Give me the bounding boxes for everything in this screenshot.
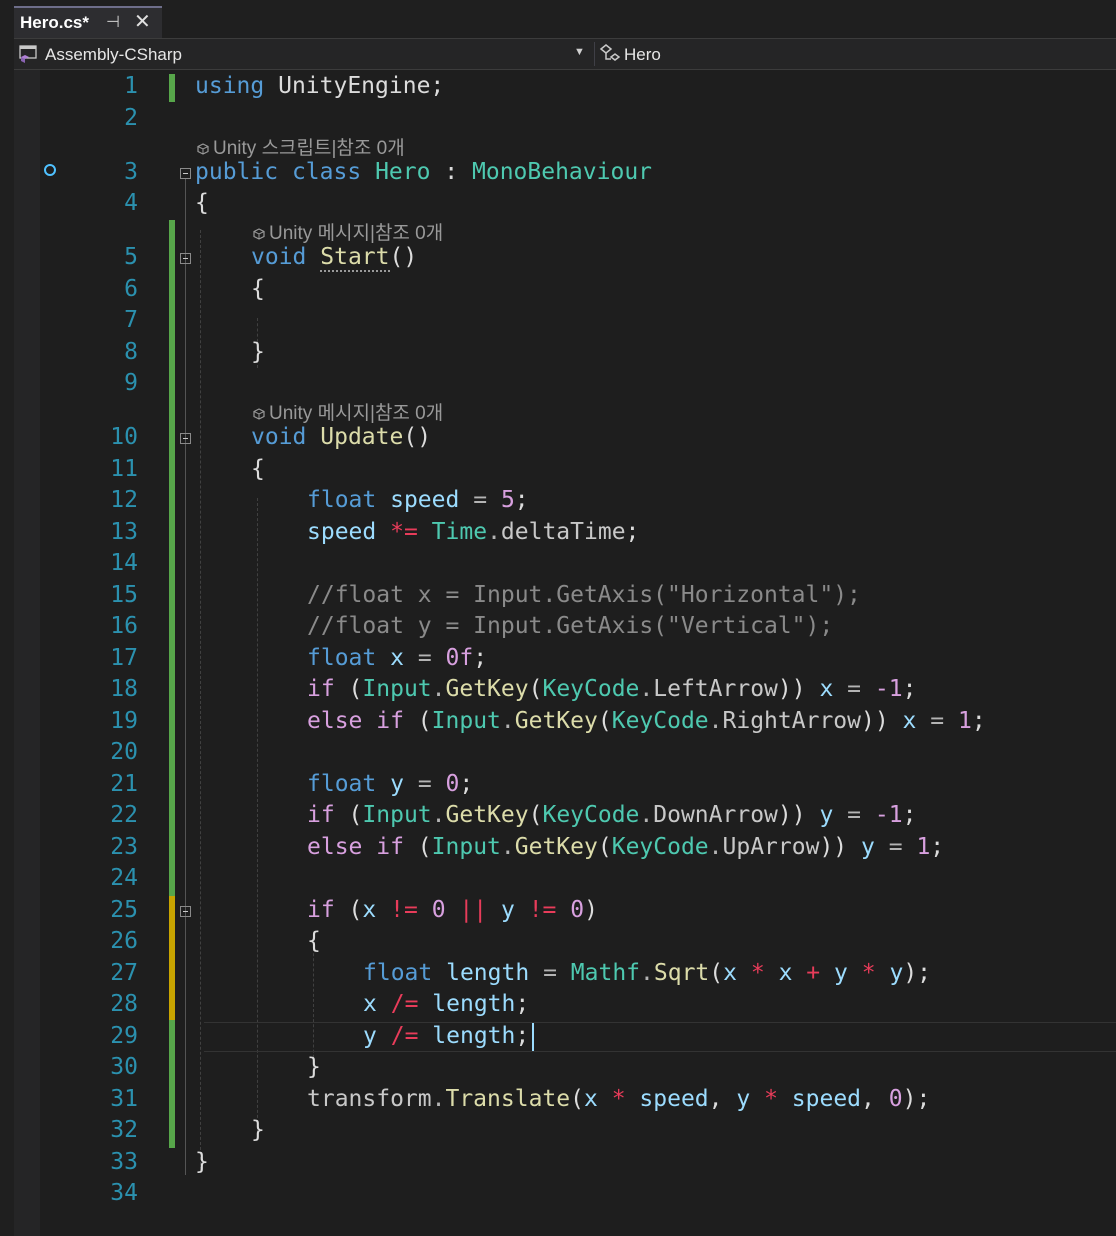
code-line: {: [251, 456, 265, 482]
code-line: transform.Translate(x * speed, y * speed…: [307, 1086, 931, 1112]
line-number: 14: [110, 550, 138, 576]
code-line: }: [251, 339, 265, 365]
line-number: 10: [110, 424, 138, 450]
line-number: 6: [124, 276, 138, 302]
code-line: float x = 0f;: [307, 645, 488, 671]
close-icon[interactable]: ✕: [134, 9, 151, 34]
code-line: }: [307, 1054, 321, 1080]
code-line: }: [251, 1117, 265, 1143]
line-number: 2: [124, 105, 138, 131]
class-dropdown[interactable]: Hero: [596, 39, 1116, 69]
codelens-class[interactable]: Unity 스크립트|참조 0개: [197, 133, 405, 160]
line-number: 30: [110, 1054, 138, 1080]
code-line: void Start(): [251, 244, 418, 272]
line-number: 34: [110, 1180, 138, 1206]
line-number: 25: [110, 897, 138, 923]
change-marker: [169, 1020, 175, 1148]
unity-icon: [197, 143, 209, 155]
line-number: 24: [110, 865, 138, 891]
code-line: {: [195, 190, 209, 216]
unity-icon: [253, 228, 265, 240]
pin-icon[interactable]: ⊣: [106, 12, 120, 32]
code-comment: //float y = Input.GetAxis("Vertical");: [307, 613, 834, 639]
outline-line: [185, 179, 186, 1175]
codelens-text: Unity 메시지|참조 0개: [269, 403, 444, 424]
project-dropdown[interactable]: Assembly-CSharp ▼: [14, 39, 592, 69]
line-number: 11: [110, 456, 138, 482]
code-line: float y = 0;: [307, 771, 474, 797]
line-number: 29: [110, 1023, 138, 1049]
code-line: {: [307, 928, 321, 954]
line-number: 27: [110, 960, 138, 986]
code-line: float speed = 5;: [307, 487, 529, 513]
code-comment: //float x = Input.GetAxis("Horizontal");: [307, 582, 861, 608]
code-line: else if (Input.GetKey(KeyCode.UpArrow)) …: [307, 834, 945, 860]
indent-guide: [200, 230, 201, 1170]
code-line: void Update(): [251, 424, 432, 450]
line-number: 4: [124, 190, 138, 216]
class-icon: [599, 44, 621, 61]
collapse-toggle[interactable]: [180, 433, 191, 444]
tab-hero-cs[interactable]: Hero.cs* ⊣ ✕: [14, 6, 162, 38]
chevron-down-icon: ▼: [574, 46, 585, 58]
codelens-start[interactable]: Unity 메시지|참조 0개: [253, 218, 443, 245]
line-number: 31: [110, 1086, 138, 1112]
project-icon: [19, 45, 37, 63]
code-line: if (x != 0 || y != 0): [307, 897, 598, 923]
change-marker: [169, 74, 175, 102]
line-number: 22: [110, 802, 138, 828]
line-number: 13: [110, 519, 138, 545]
line-number: 3: [124, 159, 138, 185]
code-line: if (Input.GetKey(KeyCode.LeftArrow)) x =…: [307, 676, 917, 702]
unity-icon: [253, 408, 265, 420]
navigation-bar: Assembly-CSharp ▼ Hero: [14, 38, 1116, 70]
code-line: float length = Mathf.Sqrt(x * x + y * y)…: [363, 960, 932, 986]
line-number: 17: [110, 645, 138, 671]
divider: [594, 42, 595, 66]
codelens-text: Unity 메시지|참조 0개: [269, 223, 444, 244]
code-line: else if (Input.GetKey(KeyCode.RightArrow…: [307, 708, 986, 734]
line-number: 28: [110, 991, 138, 1017]
line-number: 23: [110, 834, 138, 860]
line-number: 19: [110, 708, 138, 734]
tab-title: Hero.cs*: [20, 13, 89, 32]
line-number: 5: [124, 244, 138, 270]
line-number: 21: [110, 771, 138, 797]
change-marker: [169, 220, 175, 896]
line-number: 12: [110, 487, 138, 513]
line-number: 32: [110, 1117, 138, 1143]
codelens-text: Unity 스크립트|참조 0개: [213, 138, 405, 159]
change-marker: [169, 896, 175, 1020]
line-number: 20: [110, 739, 138, 765]
line-number: 15: [110, 582, 138, 608]
code-line: using UnityEngine;: [195, 73, 445, 99]
code-line: {: [251, 276, 265, 302]
code-line: y /= length;: [363, 1023, 530, 1049]
code-line: public class Hero : MonoBehaviour: [195, 159, 653, 185]
text-caret: [532, 1023, 534, 1051]
document-tab-strip: Hero.cs* ⊣ ✕: [0, 0, 1116, 38]
collapse-toggle[interactable]: [180, 253, 191, 264]
line-number: 8: [124, 339, 138, 365]
line-number: 1: [124, 73, 138, 99]
line-number: 9: [124, 370, 138, 396]
line-number: 33: [110, 1149, 138, 1175]
current-line-highlight: [204, 1022, 1116, 1052]
codelens-update[interactable]: Unity 메시지|참조 0개: [253, 398, 443, 425]
collapse-toggle[interactable]: [180, 906, 191, 917]
line-number: 26: [110, 928, 138, 954]
code-editor[interactable]: 1 2 3 4 5 6 7 8 9 10 11 12 13 14 15 16 1…: [14, 70, 1116, 1236]
project-label: Assembly-CSharp: [45, 45, 182, 64]
line-number: 18: [110, 676, 138, 702]
code-line: x /= length;: [363, 991, 530, 1017]
line-number: 16: [110, 613, 138, 639]
collapse-toggle[interactable]: [180, 168, 191, 179]
line-number: 7: [124, 307, 138, 333]
code-line: }: [195, 1149, 209, 1175]
code-line: speed *= Time.deltaTime;: [307, 519, 640, 545]
class-label: Hero: [624, 45, 661, 64]
code-line: if (Input.GetKey(KeyCode.DownArrow)) y =…: [307, 802, 917, 828]
